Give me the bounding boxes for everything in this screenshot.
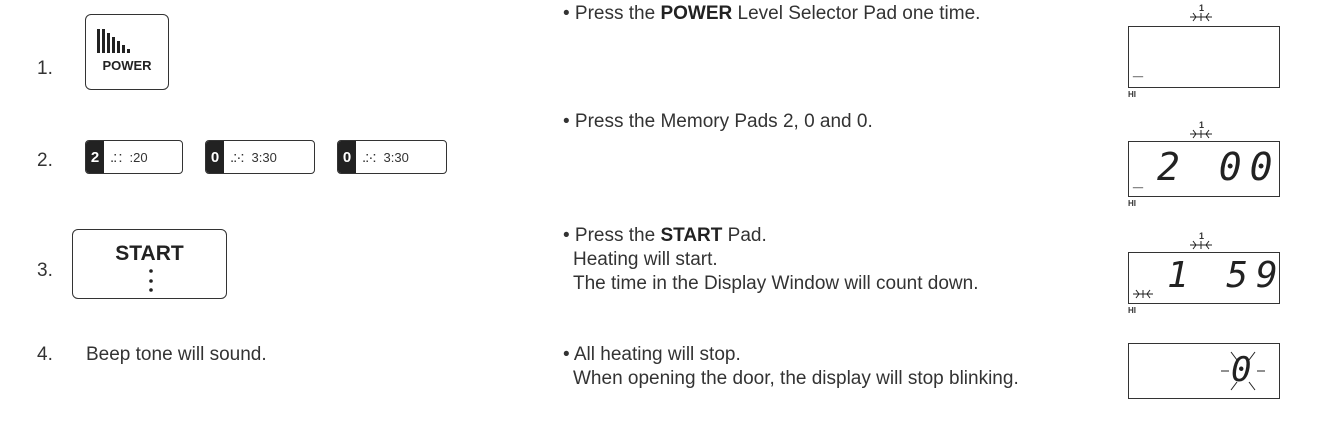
memory-pad-time: :20 [129,149,148,165]
step-number-4: 4. [37,344,53,365]
step-4-instruction: • All heating will stop. When opening th… [563,344,1019,389]
memory-pad-digit: 0 [206,141,224,173]
display-window-3: 1 59 [1128,252,1280,304]
sparkle-icon [1190,12,1212,22]
display-window-1: _ [1128,26,1280,88]
memory-pad-0-second[interactable]: 0 .:·: 3:30 [337,140,447,174]
display-4-value: 0 [1231,350,1252,390]
sparkle-icon [1190,129,1212,139]
step-2-instruction: • Press the Memory Pads 2, 0 and 0. [563,111,873,132]
power-pad-label: POWER [102,58,152,73]
step-4-left-text: Beep tone will sound. [86,344,267,365]
display-window-4: 0 [1128,343,1280,399]
start-pad-label: START [115,242,184,265]
power-pad[interactable]: POWER [85,14,169,90]
display-3-time: 1 59 [1167,255,1286,296]
tactile-dots-icon [149,269,153,292]
display-1-corner: _ [1133,59,1144,79]
display-2-time: 2 00 [1157,145,1281,189]
memory-pad-2[interactable]: 2 .: : :20 [85,140,183,174]
tactile-dots-icon: .:·: [230,148,244,166]
memory-pad-time: 3:30 [251,149,277,165]
display-window-2: 2 00 _ [1128,141,1280,197]
tactile-dots-icon: .:·: [362,148,376,166]
memory-pad-0-first[interactable]: 0 .:·: 3:30 [205,140,315,174]
memory-pad-time: 3:30 [383,149,409,165]
sparkle-icon [1133,289,1153,299]
step-number-2: 2. [37,150,53,171]
display-1-level: HI [1128,90,1136,99]
start-pad[interactable]: START [72,229,227,299]
memory-pad-digit: 2 [86,141,104,173]
step-number-3: 3. [37,260,53,281]
display-2-level: HI [1128,199,1136,208]
sparkle-icon [1190,240,1212,250]
step-3-instruction: • Press the START Pad. Heating will star… [563,225,979,294]
display-3-level: HI [1128,306,1136,315]
display-2-corner: _ [1133,170,1144,190]
tactile-dots-icon: .: : [110,148,122,166]
step-1-instruction: • Press the POWER Level Selector Pad one… [563,3,981,24]
memory-pad-digit: 0 [338,141,356,173]
step-number-1: 1. [37,58,53,79]
